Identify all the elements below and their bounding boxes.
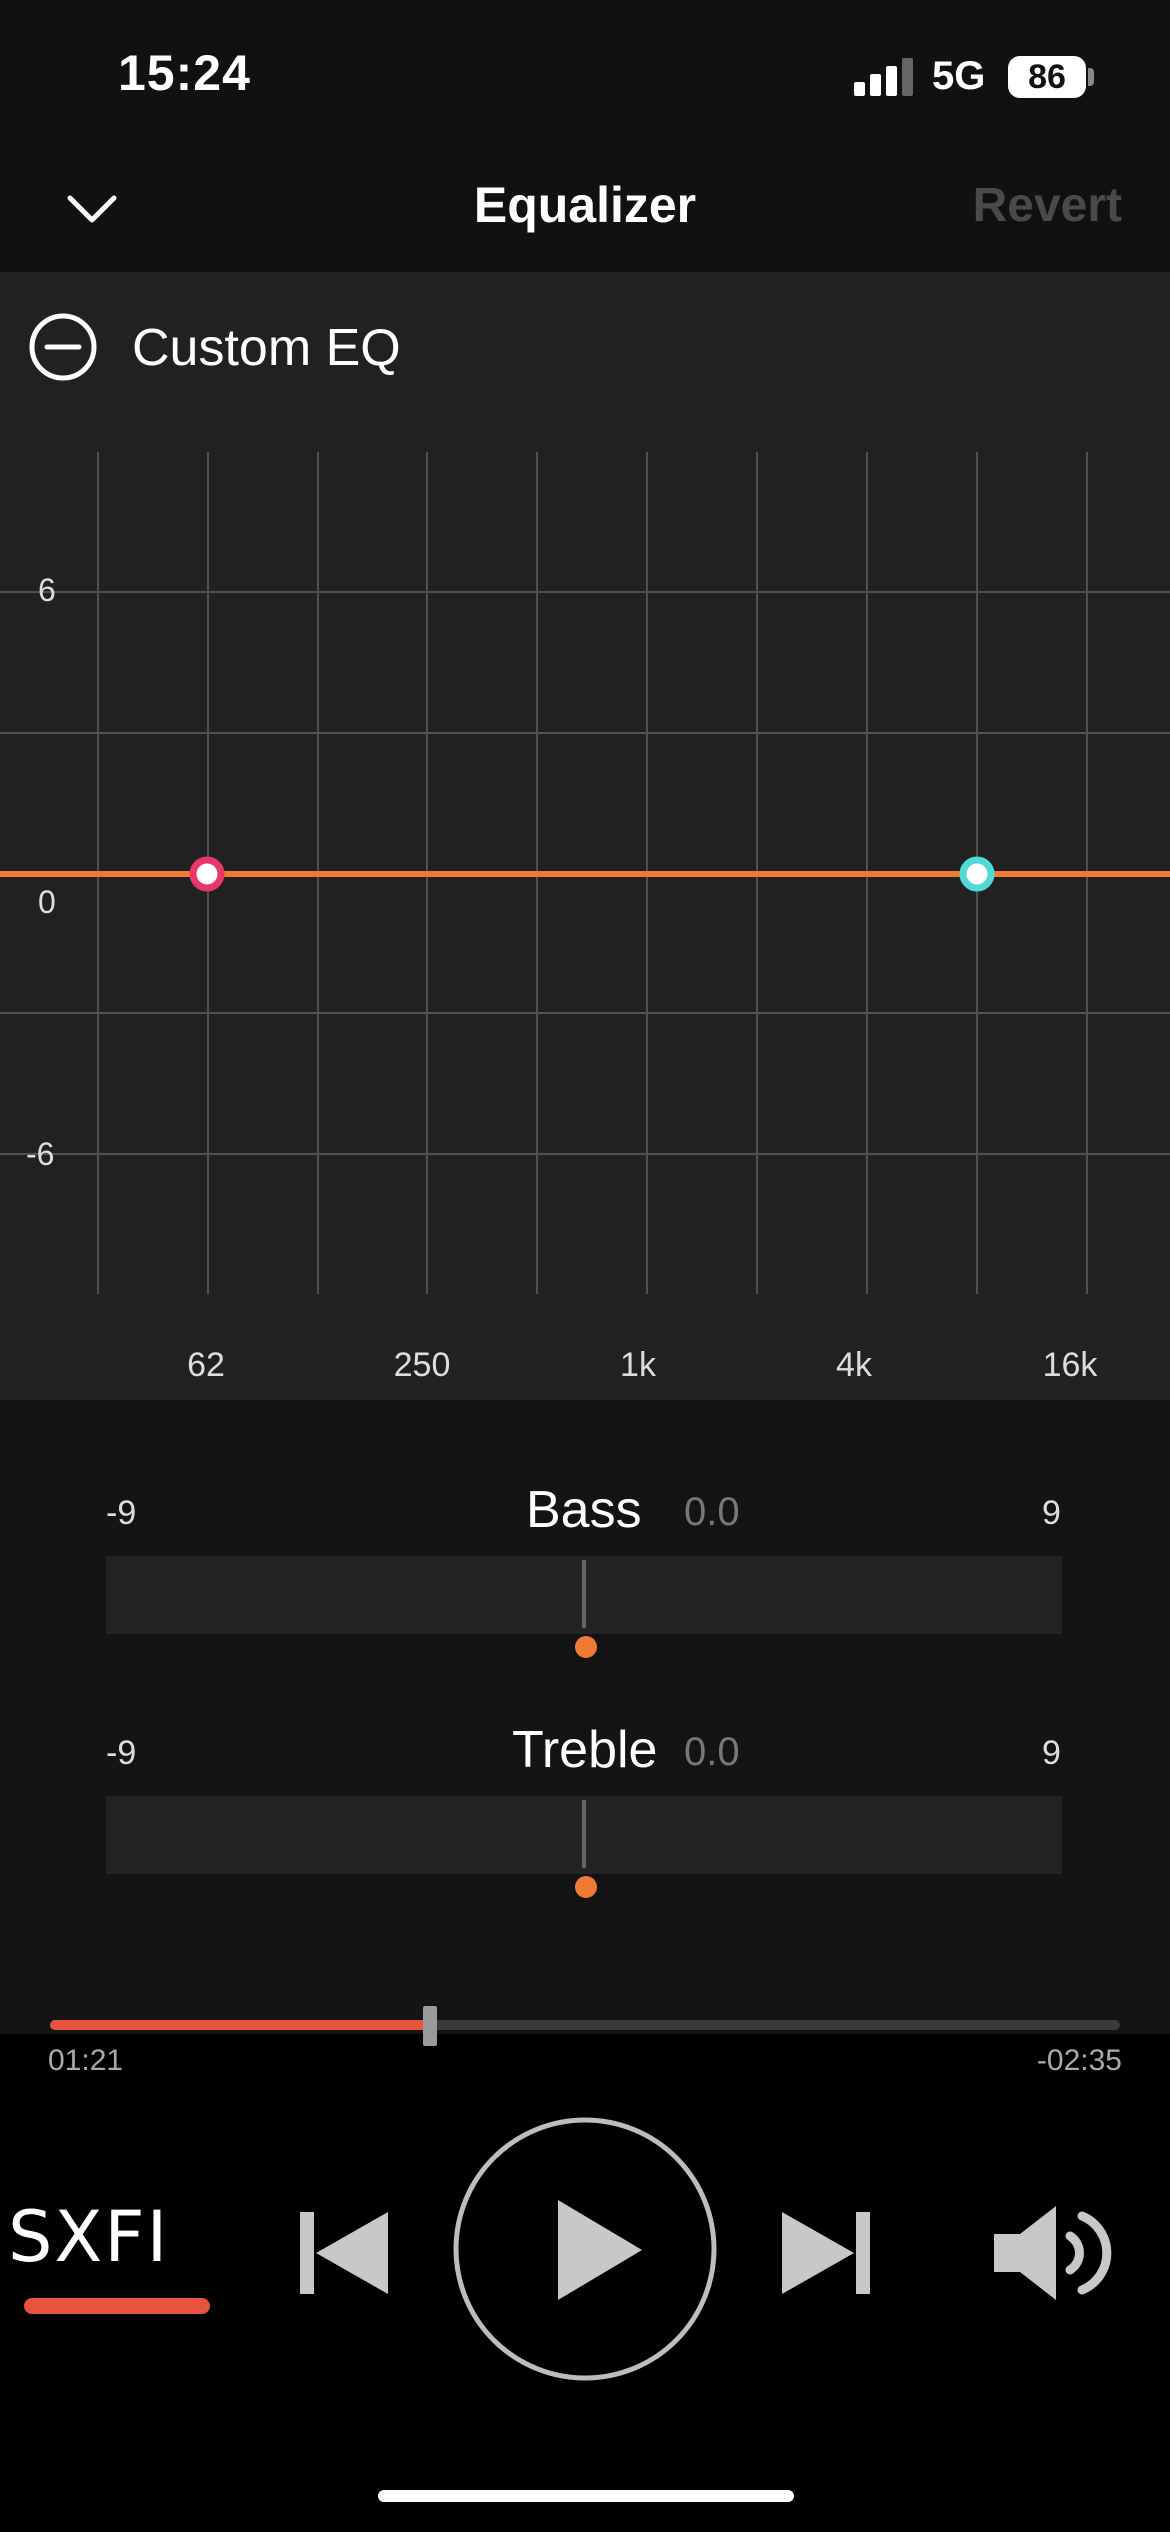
signal-strength-icon bbox=[854, 58, 916, 96]
treble-node[interactable] bbox=[959, 856, 995, 892]
sxfi-active-indicator bbox=[24, 2298, 210, 2314]
play-button[interactable] bbox=[452, 2116, 718, 2382]
play-icon bbox=[558, 2200, 642, 2300]
treble-slider-handle[interactable] bbox=[575, 1876, 597, 1898]
x-label-62: 62 bbox=[187, 1346, 225, 1384]
status-time: 15:24 bbox=[118, 45, 251, 101]
preset-name: Custom EQ bbox=[132, 319, 401, 377]
revert-button[interactable]: Revert bbox=[973, 178, 1122, 233]
home-indicator bbox=[378, 2490, 794, 2502]
next-track-icon[interactable] bbox=[780, 2210, 872, 2296]
top-bar: 15:24 5G 86 Equalizer Revert bbox=[0, 0, 1170, 272]
network-type: 5G bbox=[932, 54, 986, 98]
sxfi-button[interactable]: SXFI bbox=[8, 2196, 169, 2278]
bass-label: Bass bbox=[526, 1481, 642, 1539]
treble-slider[interactable] bbox=[106, 1796, 1062, 1874]
bass-value: 0.0 bbox=[684, 1490, 740, 1534]
battery-icon bbox=[1088, 68, 1094, 86]
remove-preset-icon[interactable] bbox=[28, 312, 98, 382]
treble-center-tick bbox=[582, 1800, 586, 1868]
bass-max-label: 9 bbox=[1042, 1494, 1061, 1532]
bass-min-label: -9 bbox=[106, 1494, 137, 1532]
elapsed-time: 01:21 bbox=[48, 2044, 124, 2077]
treble-min-label: -9 bbox=[106, 1734, 137, 1772]
treble-max-label: 9 bbox=[1042, 1734, 1061, 1772]
x-label-4k: 4k bbox=[836, 1346, 872, 1384]
x-label-250: 250 bbox=[393, 1346, 451, 1384]
bass-slider-handle[interactable] bbox=[575, 1636, 597, 1658]
playback-progress-fill bbox=[50, 2020, 430, 2030]
volume-icon[interactable] bbox=[990, 2202, 1116, 2304]
playback-progress-bar[interactable] bbox=[50, 2020, 1120, 2030]
bass-slider[interactable] bbox=[106, 1556, 1062, 1634]
y-label-minus-6: -6 bbox=[26, 1136, 55, 1172]
eq-graph[interactable] bbox=[0, 420, 1170, 1300]
x-label-16k: 16k bbox=[1042, 1346, 1098, 1384]
remaining-time: -02:35 bbox=[1036, 2044, 1122, 2077]
previous-track-icon[interactable] bbox=[298, 2210, 390, 2296]
playback-progress-thumb[interactable] bbox=[422, 2006, 437, 2046]
treble-value: 0.0 bbox=[684, 1730, 740, 1774]
bass-node[interactable] bbox=[189, 856, 225, 892]
x-label-1k: 1k bbox=[620, 1346, 656, 1384]
treble-label: Treble bbox=[512, 1721, 658, 1779]
y-label-0: 0 bbox=[38, 884, 56, 920]
battery-level: 86 bbox=[1008, 56, 1086, 98]
y-label-6: 6 bbox=[38, 572, 56, 608]
bass-center-tick bbox=[582, 1560, 586, 1628]
